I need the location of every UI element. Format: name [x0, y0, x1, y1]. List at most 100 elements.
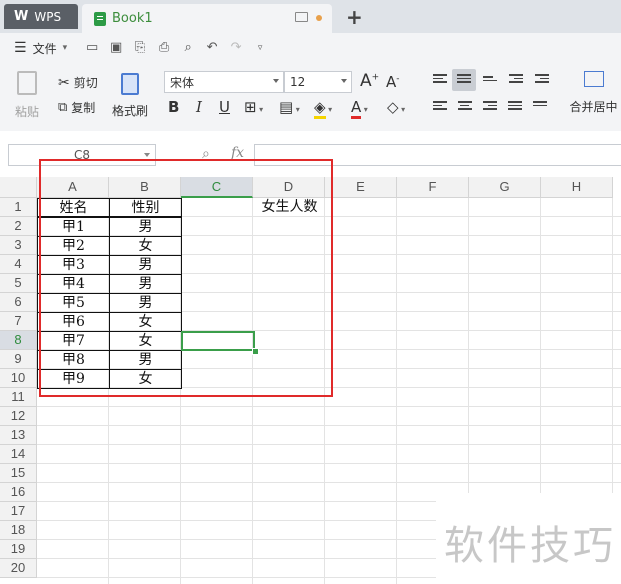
redo-icon[interactable]: ↷: [229, 41, 243, 54]
row-header-5[interactable]: 5: [0, 274, 37, 293]
fill-color-button[interactable]: ◈ ▾: [314, 98, 332, 119]
bold-button[interactable]: B: [168, 98, 179, 116]
row-header-14[interactable]: 14: [0, 445, 37, 464]
align-bottom-icon[interactable]: [483, 76, 497, 88]
row-header-8[interactable]: 8: [0, 331, 37, 350]
copy-label: 复制: [71, 101, 96, 115]
customize-dropdown-icon[interactable]: ▿: [253, 42, 267, 54]
font-name-value: 宋体: [170, 75, 195, 90]
row-header-3[interactable]: 3: [0, 236, 37, 255]
font-color-icon: A: [351, 98, 362, 119]
decrease-indent-icon[interactable]: [509, 74, 523, 86]
gridline-horizontal: [37, 482, 621, 483]
row-header-4[interactable]: 4: [0, 255, 37, 274]
cell-style-icon: ▤: [279, 98, 294, 116]
row-header-9[interactable]: 9: [0, 350, 37, 369]
grow-font-icon: A: [360, 71, 372, 91]
justify-icon[interactable]: [508, 101, 522, 113]
spreadsheet-icon: [94, 11, 106, 26]
column-header-e[interactable]: E: [325, 177, 397, 198]
clipboard-icon: [17, 71, 37, 95]
row-header-11[interactable]: 11: [0, 388, 37, 407]
document-tab-book1[interactable]: Book1: [82, 4, 332, 33]
wps-home-tab[interactable]: W WPS: [4, 4, 78, 29]
chevron-down-icon: ▾: [398, 105, 406, 114]
row-header-7[interactable]: 7: [0, 312, 37, 331]
gridline-horizontal: [37, 406, 621, 407]
paste-button[interactable]: 粘贴: [10, 71, 44, 121]
format-painter-button[interactable]: 格式刷: [110, 71, 150, 121]
font-name-select[interactable]: 宋体: [164, 71, 284, 93]
wps-tab-label: WPS: [34, 9, 62, 24]
cell-style-button[interactable]: ▤ ▾: [279, 98, 300, 116]
align-top-icon[interactable]: [433, 74, 447, 86]
undo-icon[interactable]: ↶: [205, 41, 219, 54]
align-left-icon[interactable]: [433, 101, 447, 113]
menu-row: ☰ 文件 ▾ ▭ ▣ ⎘ ⎙ ⌕ ↶ ↷ ▿: [0, 33, 621, 63]
row-header-20[interactable]: 20: [0, 559, 37, 578]
font-size-select[interactable]: 12: [284, 71, 352, 93]
merge-cells-icon: [583, 71, 604, 87]
format-painter-label: 格式刷: [111, 104, 148, 118]
eraser-icon: ◇: [387, 98, 399, 116]
open-folder-icon[interactable]: ▭: [85, 41, 99, 54]
row-header-2[interactable]: 2: [0, 217, 37, 236]
highlight-annotation-box: [39, 159, 333, 397]
scissors-icon: ✂: [58, 74, 70, 91]
row-header-10[interactable]: 10: [0, 369, 37, 388]
print-icon[interactable]: ⎙: [157, 41, 171, 54]
shrink-font-icon: A: [386, 73, 397, 91]
row-header-6[interactable]: 6: [0, 293, 37, 312]
grow-font-button[interactable]: A+: [360, 71, 379, 91]
row-header-16[interactable]: 16: [0, 483, 37, 502]
copy-icon: ⧉: [58, 100, 68, 115]
increase-indent-icon[interactable]: [535, 74, 549, 86]
align-middle-icon[interactable]: [457, 74, 471, 86]
save-icon[interactable]: ▣: [109, 41, 123, 54]
row-header-19[interactable]: 19: [0, 540, 37, 559]
merge-center-button[interactable]: 合并居中: [566, 71, 621, 115]
gridline-horizontal: [37, 463, 621, 464]
row-header-1[interactable]: 1: [0, 198, 37, 217]
row-header-12[interactable]: 12: [0, 407, 37, 426]
align-center-icon[interactable]: [458, 101, 472, 113]
gridline-horizontal: [37, 444, 621, 445]
column-header-g[interactable]: G: [469, 177, 541, 198]
clear-button[interactable]: ◇ ▾: [387, 98, 405, 116]
select-all-corner[interactable]: [0, 177, 37, 198]
watermark-text: 软件技巧: [444, 523, 616, 569]
paintbrush-icon: [121, 73, 139, 95]
menu-file[interactable]: ☰ 文件 ▾: [14, 40, 67, 57]
cut-label: 剪切: [73, 76, 98, 90]
distributed-icon[interactable]: [533, 101, 547, 113]
column-header-h[interactable]: H: [541, 177, 613, 198]
chevron-down-icon: [144, 153, 150, 157]
gridline-vertical: [396, 198, 397, 584]
new-tab-button[interactable]: +: [346, 5, 363, 29]
align-right-icon[interactable]: [483, 101, 497, 113]
font-color-button[interactable]: A ▾: [351, 98, 368, 119]
chevron-down-icon: ▾: [361, 105, 368, 114]
underline-button[interactable]: U: [219, 98, 230, 116]
paint-bucket-icon: ◈: [314, 98, 326, 119]
borders-icon: ⊞: [244, 98, 257, 116]
italic-button[interactable]: I: [196, 98, 202, 116]
row-header-15[interactable]: 15: [0, 464, 37, 483]
chevron-down-icon: ▾: [293, 105, 300, 114]
column-header-f[interactable]: F: [397, 177, 469, 198]
copy-button[interactable]: ⧉ 复制: [58, 99, 95, 116]
row-header-18[interactable]: 18: [0, 521, 37, 540]
chevron-down-icon: ▾: [256, 105, 264, 114]
watermark: 软件技巧: [436, 493, 621, 584]
row-header-17[interactable]: 17: [0, 502, 37, 521]
row-header-13[interactable]: 13: [0, 426, 37, 445]
unsaved-dot-icon: [316, 15, 322, 21]
chevron-down-icon: ▾: [62, 43, 68, 53]
export-icon[interactable]: ⎘: [133, 41, 147, 54]
cut-button[interactable]: ✂ 剪切: [58, 74, 98, 91]
borders-button[interactable]: ⊞ ▾: [244, 98, 263, 116]
chevron-down-icon: [341, 79, 347, 83]
print-preview-icon[interactable]: ⌕: [181, 41, 195, 54]
shrink-font-button[interactable]: A-: [386, 73, 400, 91]
display-icon[interactable]: [295, 12, 308, 22]
